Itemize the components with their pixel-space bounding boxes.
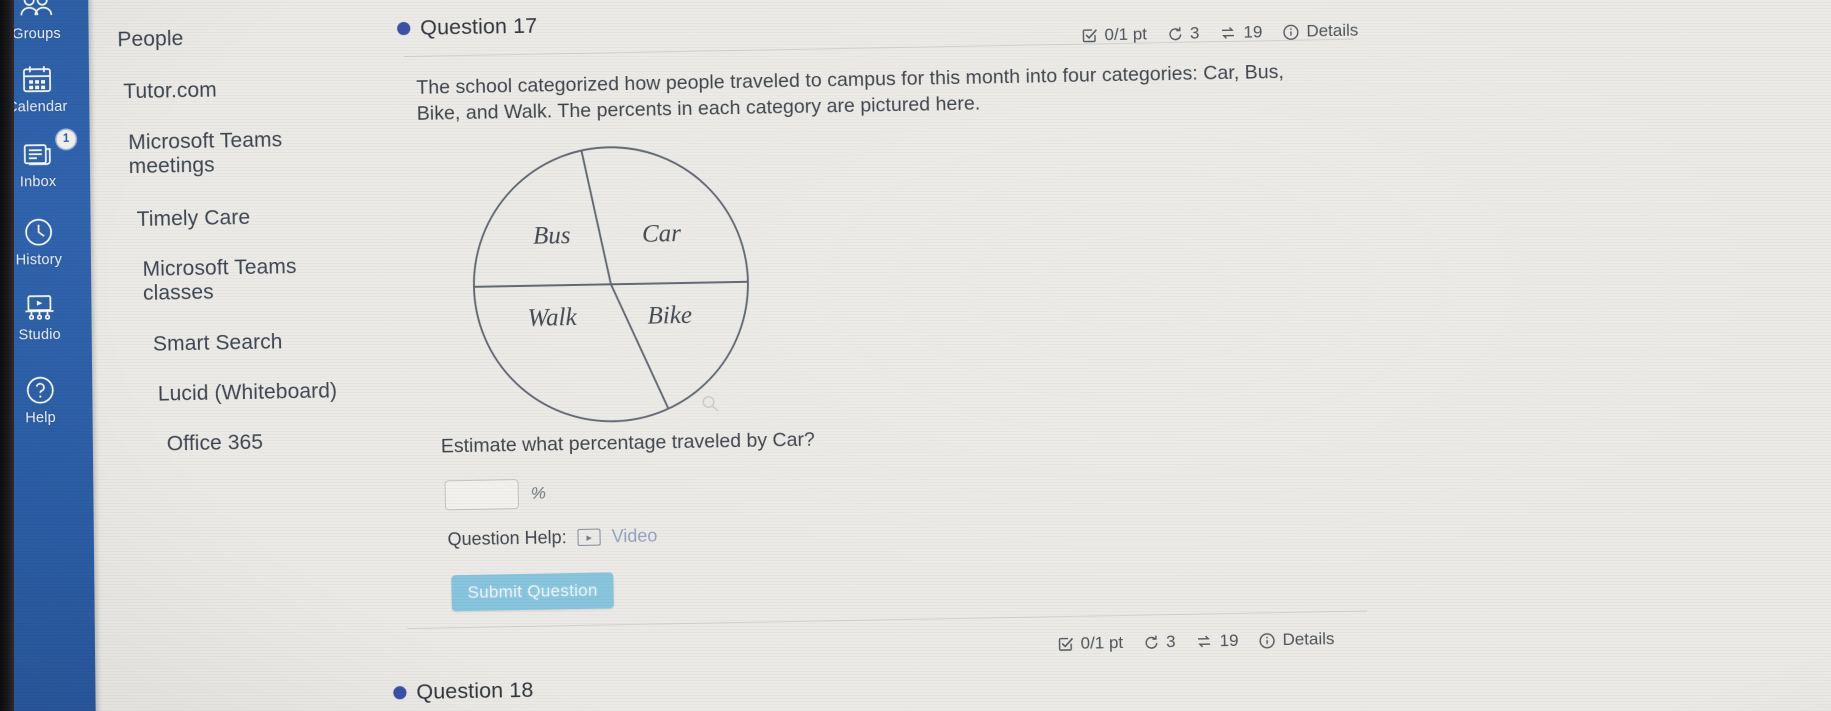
next-question-title: Question 18	[416, 677, 534, 704]
course-nav-label: Microsoft Teams classes	[142, 255, 297, 306]
answer-input[interactable]	[444, 479, 520, 511]
answer-row: %	[444, 479, 547, 511]
question-header: Question 17	[397, 14, 537, 42]
checkbox-icon	[1082, 29, 1097, 43]
swap-icon	[1221, 27, 1235, 39]
pie-label-bus: Bus	[533, 222, 571, 250]
course-nav-item-teams-classes[interactable]: Microsoft Teams classes	[142, 254, 343, 306]
inbox-badge: 1	[56, 129, 76, 149]
course-nav-item-people[interactable]: People	[117, 27, 183, 52]
video-link[interactable]: Video	[611, 526, 657, 548]
video-icon: ►	[577, 528, 601, 546]
tries-value: 19	[1219, 630, 1239, 651]
retry-icon	[1168, 27, 1181, 41]
course-navigation: Grades 2 People Tutor.com Microsoft Team…	[87, 0, 393, 711]
pie-label-bike: Bike	[647, 302, 692, 330]
next-question-header: Question 18	[393, 677, 534, 706]
course-nav-label: Office 365	[166, 430, 264, 456]
question-help-row: Question Help: ► Video	[447, 526, 657, 551]
global-navigation: Groups Calendar 1 Inbox History Studio H…	[0, 0, 97, 711]
points-value: 0/1 pt	[1080, 632, 1124, 653]
info-icon	[1259, 632, 1275, 648]
swap-icon	[1198, 635, 1211, 648]
course-nav-label: Tutor.com	[123, 78, 218, 104]
screen-surface: Groups Calendar 1 Inbox History Studio H…	[0, 0, 1831, 711]
course-nav-item-office365[interactable]: Office 365	[167, 431, 264, 457]
question-body-text: The school categorized how people travel…	[416, 60, 1285, 125]
retry-icon	[1145, 635, 1158, 649]
monitor-bezel	[0, 0, 14, 711]
percent-suffix: %	[530, 483, 547, 503]
course-nav-item-smart-search[interactable]: Smart Search	[153, 330, 283, 357]
pie-divider-upper	[580, 150, 612, 285]
question-status-dot	[397, 21, 411, 36]
page-title: Question 17	[419, 13, 538, 40]
course-nav-label: People	[117, 27, 184, 52]
info-icon	[1283, 24, 1299, 40]
course-nav-label: Lucid (Whiteboard)	[157, 379, 338, 406]
pie-label-walk: Walk	[527, 304, 577, 332]
attempts-value: 3	[1165, 632, 1176, 652]
pie-chart-svg: Bus Car Walk Bike	[472, 146, 749, 423]
divider-bottom	[407, 610, 1368, 630]
course-nav-item-tutor[interactable]: Tutor.com	[123, 79, 217, 105]
course-nav-label: Microsoft Teams meetings	[128, 128, 283, 179]
submit-question-button[interactable]: Submit Question	[451, 572, 615, 612]
question-help-label: Question Help:	[447, 527, 567, 550]
question-status-dot	[393, 686, 407, 700]
details-link[interactable]: Details	[1282, 629, 1334, 650]
zoom-icon	[701, 394, 719, 417]
course-nav-label: Smart Search	[152, 330, 283, 356]
course-nav-item-lucid[interactable]: Lucid (Whiteboard)	[158, 379, 338, 406]
divider-under-header	[403, 38, 1354, 58]
next-question-stats: 0/1 pt 3 19 Details	[1057, 629, 1335, 654]
course-nav-label: Timely Care	[136, 205, 251, 231]
pie-label-car: Car	[642, 220, 682, 248]
photo-of-screen: Groups Calendar 1 Inbox History Studio H…	[0, 0, 1831, 711]
course-nav-item-timely-care[interactable]: Timely Care	[136, 206, 250, 232]
checkbox-icon	[1058, 637, 1074, 651]
course-nav-item-teams-meetings[interactable]: Microsoft Teams meetings	[128, 127, 329, 179]
